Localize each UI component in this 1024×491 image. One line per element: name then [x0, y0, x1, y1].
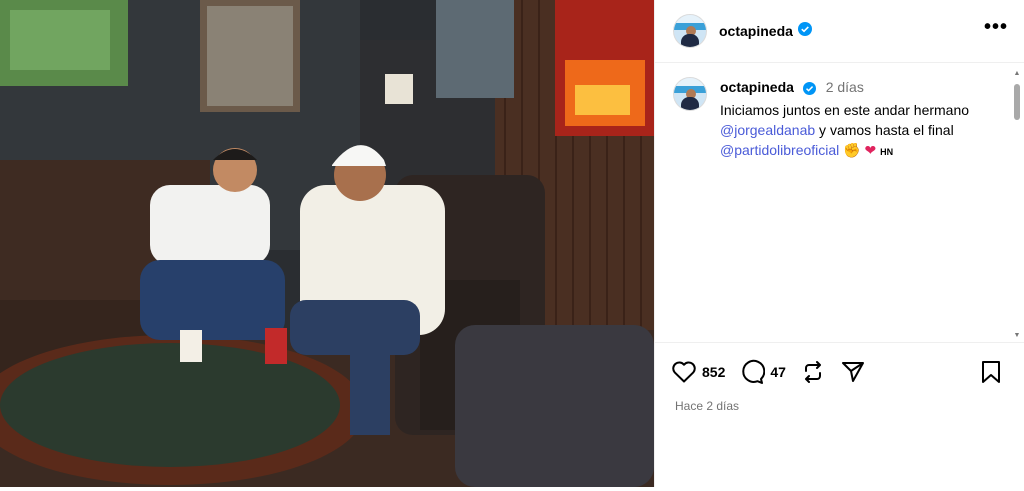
flag-text: HN [880, 147, 894, 157]
post-actions: 852 47 Hace 2 días [655, 342, 1024, 413]
photo-scene [0, 0, 654, 487]
caption-line1: Iniciamos juntos en este andar hermano [720, 102, 970, 118]
post-panel: octapineda ••• octapineda 2 días Iniciam… [654, 0, 1024, 487]
bookmark-icon [982, 361, 1000, 383]
scroll-up-icon[interactable]: ▲ [1012, 70, 1022, 78]
mention-link[interactable]: @partidolibreoficial [720, 142, 839, 158]
share-icon [841, 362, 864, 382]
verified-badge-icon [802, 80, 816, 100]
caption-time[interactable]: 2 días [826, 79, 864, 95]
post-header: octapineda ••• [655, 0, 1024, 63]
avatar[interactable] [673, 14, 707, 48]
comment-button[interactable]: 47 [739, 359, 786, 385]
header-username[interactable]: octapineda [719, 23, 793, 39]
comments-scrollbar[interactable]: ▲ ▼ [1012, 70, 1022, 340]
comment-icon [742, 359, 766, 384]
post-photo[interactable] [0, 0, 654, 487]
caption: octapineda 2 días Iniciamos juntos en es… [655, 64, 1024, 162]
caption-text: octapineda 2 días Iniciamos juntos en es… [720, 77, 969, 162]
repost-icon [804, 361, 821, 383]
more-options-button[interactable]: ••• [984, 17, 1008, 40]
heart-icon [672, 361, 696, 383]
mention-link[interactable]: @jorgealdanab [720, 122, 815, 138]
like-count[interactable]: 852 [702, 364, 725, 380]
repost-button[interactable] [800, 359, 826, 385]
comment-count[interactable]: 47 [770, 364, 786, 380]
save-button[interactable] [980, 359, 1002, 385]
comments-section: octapineda 2 días Iniciamos juntos en es… [655, 64, 1024, 342]
verified-badge-icon [797, 21, 812, 41]
caption-line2: y vamos hasta el final [815, 122, 954, 138]
scroll-thumb[interactable] [1014, 84, 1020, 120]
caption-username[interactable]: octapineda [720, 79, 794, 95]
like-button[interactable]: 852 [671, 360, 725, 384]
caption-avatar[interactable] [673, 77, 707, 111]
share-button[interactable] [840, 359, 866, 385]
scroll-down-icon[interactable]: ▼ [1012, 332, 1022, 340]
post-date[interactable]: Hace 2 días [655, 399, 1024, 413]
emoji-text: ✊ ❤ [843, 142, 877, 158]
